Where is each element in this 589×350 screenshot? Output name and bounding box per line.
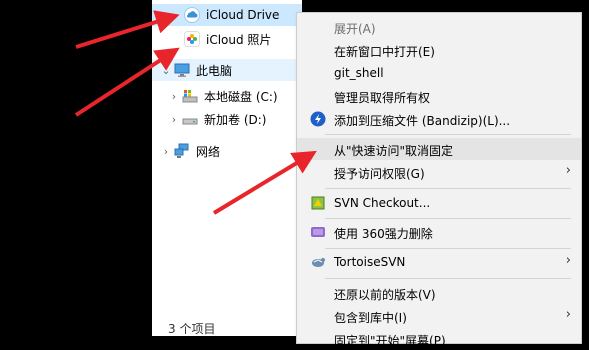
submenu-arrow-icon: ›	[565, 253, 571, 268]
bandizip-icon	[310, 111, 326, 127]
menu-separator	[325, 134, 571, 135]
network-icon	[174, 143, 190, 159]
icloud-drive-icon	[184, 7, 200, 23]
nav-item-network[interactable]: › 网络	[152, 140, 302, 162]
local-disk-icon	[182, 88, 198, 104]
menu-item-include-in-library[interactable]: 包含到库中(I) ›	[297, 305, 581, 327]
nav-item-label: 网络	[196, 144, 221, 159]
svn-checkout-icon	[310, 195, 326, 211]
menu-item-open-new-window[interactable]: 在新窗口中打开(E)	[297, 39, 581, 61]
chevron-down-icon[interactable]: ⌄	[160, 64, 172, 77]
menu-item-unpin-quick-access[interactable]: 从"快速访问"取消固定	[297, 138, 581, 160]
360-delete-icon	[310, 224, 326, 240]
chevron-right-icon[interactable]: ›	[168, 113, 180, 126]
submenu-arrow-icon: ›	[565, 163, 571, 178]
menu-item-take-ownership[interactable]: 管理员取得所有权	[297, 85, 581, 107]
tortoisesvn-icon	[310, 254, 326, 270]
menu-item-tortoisesvn[interactable]: TortoiseSVN ›	[297, 251, 581, 273]
nav-item-label: iCloud 照片	[206, 32, 272, 47]
menu-item-360-delete[interactable]: 使用 360强力删除	[297, 221, 581, 243]
menu-item-svn-checkout[interactable]: SVN Checkout...	[297, 192, 581, 214]
nav-item-label: 本地磁盘 (C:)	[204, 89, 278, 104]
nav-item-label: 新加卷 (D:)	[204, 112, 267, 127]
menu-item-restore-versions[interactable]: 还原以前的版本(V)	[297, 282, 581, 304]
chevron-right-icon[interactable]: ›	[160, 145, 172, 158]
nav-item-label: 此电脑	[196, 63, 233, 78]
nav-item-drive-c[interactable]: › 本地磁盘 (C:)	[152, 85, 302, 107]
drive-d-icon	[182, 111, 198, 127]
menu-item-give-access[interactable]: 授予访问权限(G) ›	[297, 161, 581, 183]
black-background	[0, 0, 152, 336]
nav-item-icloud-photos[interactable]: iCloud 照片	[152, 28, 302, 50]
nav-item-this-pc[interactable]: ⌄ 此电脑	[152, 59, 302, 81]
menu-item-expand[interactable]: 展开(A)	[297, 16, 581, 38]
menu-separator	[325, 188, 571, 189]
submenu-arrow-icon: ›	[565, 307, 571, 322]
menu-item-add-to-archive[interactable]: 添加到压缩文件 (Bandizip)(L)...	[297, 108, 581, 130]
menu-separator	[325, 278, 571, 279]
nav-item-icloud-drive[interactable]: iCloud Drive	[152, 4, 302, 26]
icloud-photos-icon	[184, 31, 200, 47]
menu-item-pin-to-start[interactable]: 固定到"开始"屏幕(P)	[297, 328, 581, 350]
status-bar-item-count: 3 个项目	[168, 322, 216, 336]
nav-item-drive-d[interactable]: › 新加卷 (D:)	[152, 108, 302, 130]
nav-item-label: iCloud Drive	[206, 8, 280, 22]
chevron-right-icon[interactable]: ›	[168, 90, 180, 103]
menu-item-git-shell[interactable]: git_shell	[297, 62, 581, 84]
menu-separator	[325, 218, 571, 219]
navigation-pane: iCloud Drive iCloud 照片 ⌄ 此电脑 › 本地磁盘 (C:)…	[152, 0, 302, 336]
menu-separator	[325, 248, 571, 249]
context-menu: 展开(A) 在新窗口中打开(E) git_shell 管理员取得所有权 添加到压…	[296, 12, 582, 348]
this-pc-icon	[174, 62, 190, 78]
